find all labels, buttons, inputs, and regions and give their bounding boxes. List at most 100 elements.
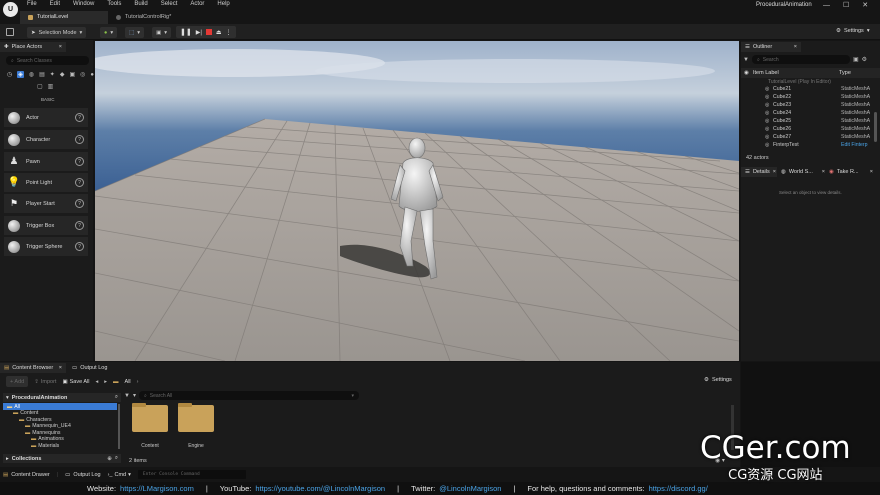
add-collection-icon[interactable]: ⊕ — [107, 456, 112, 462]
add-button[interactable]: + Add — [6, 376, 29, 387]
blueprint-button[interactable]: ⬚ ▾ — [125, 27, 145, 38]
tab-world-settings[interactable]: ◍ World S... × — [781, 169, 825, 175]
add-folder-icon[interactable]: ▣ — [853, 56, 859, 63]
help-icon[interactable]: ? — [75, 135, 84, 144]
tab-take-recorder[interactable]: ◉ Take R... × — [829, 169, 873, 175]
minimize-button[interactable]: — — [823, 2, 830, 9]
outliner-row[interactable]: ◎ Cube21 StaticMeshA — [741, 86, 880, 94]
column-item-label[interactable]: Item Label — [753, 70, 779, 76]
asset-tile-engine[interactable]: Engine — [177, 403, 215, 449]
outliner-row[interactable]: ◎ FinterpTest Edit Finterp — [741, 142, 880, 150]
actor-item-trigger-box[interactable]: Trigger Box ? — [4, 216, 88, 235]
search-icon[interactable]: ⌕ — [115, 455, 118, 462]
lights-icon[interactable]: ◍ — [29, 71, 34, 78]
menu-edit[interactable]: Edit — [50, 1, 60, 7]
help-icon[interactable]: ? — [75, 221, 84, 230]
pause-icon[interactable]: ❚❚ — [180, 28, 192, 36]
tab-content-browser[interactable]: ▤ Content Browser × — [0, 363, 66, 373]
unreal-logo-icon[interactable]: U — [3, 2, 18, 17]
folder-icon[interactable]: ▬ — [113, 379, 119, 385]
actor-item-point-light[interactable]: 💡 Point Light ? — [4, 173, 88, 192]
toolbar-settings-button[interactable]: ⚙ Settings ▾ — [836, 28, 870, 34]
outliner-scrollbar[interactable] — [874, 112, 877, 142]
breadcrumb-all[interactable]: All — [125, 379, 131, 385]
menu-build[interactable]: Build — [134, 1, 147, 7]
level-viewport[interactable] — [95, 41, 739, 361]
close-icon[interactable]: × — [59, 44, 62, 50]
twitter-link[interactable]: @LincolnMargison — [439, 484, 501, 493]
modes-icon[interactable]: ▢ — [37, 83, 43, 90]
geometry-icon[interactable]: ◆ — [60, 71, 65, 78]
actor-item-pawn[interactable]: ♟ Pawn ? — [4, 152, 88, 171]
outliner-row[interactable]: ◎ Cube24 StaticMeshA — [741, 110, 880, 118]
gear-icon[interactable]: ⚙ — [862, 56, 867, 63]
actor-item-trigger-sphere[interactable]: Trigger Sphere ? — [4, 237, 88, 256]
close-icon[interactable]: × — [773, 169, 776, 175]
shapes-icon[interactable]: ● — [90, 72, 94, 78]
close-icon[interactable]: × — [822, 169, 825, 175]
expand-icon[interactable]: ▸ — [6, 456, 9, 462]
search-all-input[interactable]: ⌕ Search All ▾ — [138, 391, 359, 400]
help-icon[interactable]: ? — [75, 113, 84, 122]
filter-icon[interactable]: ▼ — [743, 57, 749, 63]
menu-select[interactable]: Select — [161, 1, 178, 7]
tree-item-materials[interactable]: ▬ Materials — [3, 443, 117, 450]
close-icon[interactable]: × — [59, 365, 62, 371]
outliner-row[interactable]: ◎ Cube22 StaticMeshA — [741, 94, 880, 102]
help-icon[interactable]: ? — [75, 178, 84, 187]
actor-item-player-start[interactable]: ⚑ Player Start ? — [4, 194, 88, 213]
outliner-level-row[interactable]: TutorialLevel (Play In Editor) — [768, 79, 831, 85]
eject-icon[interactable]: ⏏ — [216, 29, 222, 36]
search-classes-input[interactable]: ⌕ Search Classes — [6, 56, 89, 65]
content-drawer-button[interactable]: ▤ Content Drawer — [3, 472, 50, 478]
discord-link[interactable]: https://discord.gg/ — [649, 484, 708, 493]
outliner-row[interactable]: ◎ Cube23 StaticMeshA — [741, 102, 880, 110]
tab-outliner[interactable]: ☰ Outliner × — [741, 42, 801, 52]
close-icon[interactable]: × — [794, 44, 797, 50]
website-link[interactable]: https://LMargison.com — [120, 484, 194, 493]
import-button[interactable]: ⇪ Import — [34, 379, 56, 385]
tab-tutorial-control-rig[interactable]: TutorialControlRig* — [108, 11, 206, 24]
cinematic-icon[interactable]: ▤ — [39, 71, 45, 78]
tab-place-actors[interactable]: ✚ Place Actors × — [0, 42, 66, 52]
menu-file[interactable]: File — [27, 1, 37, 7]
tab-details[interactable]: ☰ Details × — [741, 166, 777, 177]
tab-output-log[interactable]: ▭ Output Log — [72, 365, 107, 371]
tree-item-all[interactable]: ▬ All — [3, 403, 117, 410]
tab-tutorial-level[interactable]: TutorialLevel — [20, 10, 108, 24]
outliner-row[interactable]: ◎ Cube25 StaticMeshA — [741, 118, 880, 126]
eye-icon[interactable]: ◉ — [744, 70, 749, 76]
cinematics-button[interactable]: ▣ ▾ — [152, 27, 172, 38]
add-quick-button[interactable]: ● ▾ — [100, 27, 118, 38]
all-classes-icon[interactable]: ◎ — [80, 71, 85, 78]
stop-icon[interactable] — [205, 29, 212, 35]
youtube-link[interactable]: https://youtube.com/@LincolnMargison — [255, 484, 385, 493]
volumes-icon[interactable]: ▣ — [69, 71, 75, 78]
help-icon[interactable]: ? — [75, 157, 84, 166]
chevron-down-icon[interactable]: ▾ — [133, 392, 136, 399]
maximize-button[interactable]: ☐ — [843, 1, 849, 9]
outliner-search-input[interactable]: ⌕ Search — [751, 55, 850, 64]
actor-item-character[interactable]: Character ? — [4, 130, 88, 149]
outliner-row[interactable]: ◎ Cube27 StaticMeshA — [741, 134, 880, 142]
help-icon[interactable]: ? — [75, 242, 84, 251]
save-icon[interactable] — [6, 28, 14, 36]
close-icon[interactable]: × — [870, 169, 873, 175]
basic-category-icon[interactable]: ◈ — [17, 71, 24, 78]
outliner-row[interactable]: ◎ Cube26 StaticMeshA — [741, 126, 880, 134]
close-window-button[interactable]: ✕ — [862, 1, 868, 9]
actor-item-actor[interactable]: Actor ? — [4, 108, 88, 127]
settings-small-icon[interactable]: ▥ — [48, 83, 54, 90]
menu-help[interactable]: Help — [217, 1, 229, 7]
save-all-button[interactable]: ▣ Save All — [62, 379, 89, 385]
cmd-dropdown[interactable]: ›_ Cmd ▾ — [108, 472, 131, 478]
help-icon[interactable]: ? — [75, 199, 84, 208]
history-forward-icon[interactable]: ▸ — [104, 379, 107, 385]
column-type[interactable]: Type — [839, 70, 851, 76]
menu-tools[interactable]: Tools — [107, 1, 121, 7]
visual-effects-icon[interactable]: ✦ — [50, 71, 55, 78]
console-command-input[interactable]: Enter Console Command — [137, 470, 246, 479]
collapse-icon[interactable]: ▾ — [6, 395, 9, 401]
content-browser-settings[interactable]: ⚙ Settings — [704, 377, 732, 383]
selection-mode-dropdown[interactable]: ➤ Selection Mode ▾ — [27, 27, 87, 38]
